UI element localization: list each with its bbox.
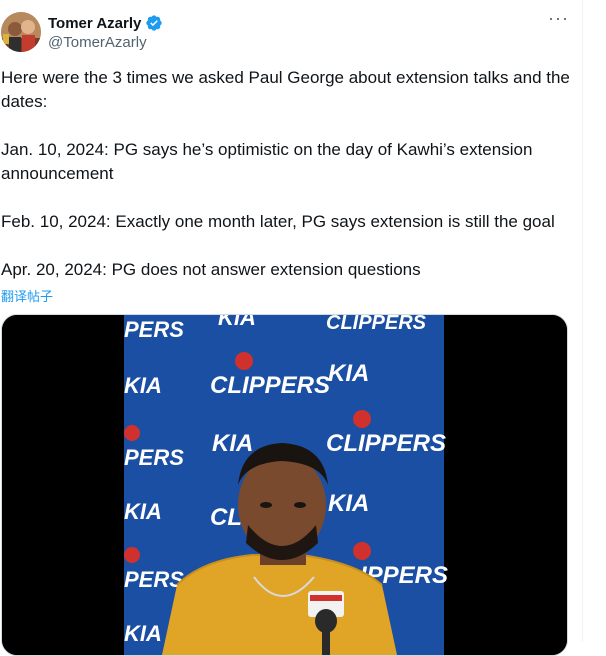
backdrop-logo-kia: KIA (212, 430, 253, 457)
translate-post-link[interactable]: 翻译帖子 (1, 286, 53, 305)
backdrop-logo-clippers: PERS (124, 567, 184, 592)
backdrop-logo-kia: KIA (328, 490, 369, 517)
backdrop-logo-clippers: CLIPPERS (210, 372, 330, 399)
backdrop-logo-clippers: CLIPPERS (326, 315, 427, 334)
backdrop-logo-clippers: PERS (124, 445, 184, 470)
avatar[interactable] (1, 12, 41, 52)
tweet-line: Feb. 10, 2024: Exactly one month later, … (1, 212, 555, 231)
tweet-line: Apr. 20, 2024: PG does not answer extens… (1, 260, 421, 279)
timeline-divider (582, 0, 583, 642)
author-display-name[interactable]: Tomer Azarly (48, 15, 141, 32)
backdrop-logo-kia: KIA (124, 499, 162, 524)
tweet-text: Here were the 3 times we asked Paul Geor… (1, 66, 571, 282)
backdrop-logo-kia: KIA (124, 621, 162, 646)
tweet-line: Here were the 3 times we asked Paul Geor… (1, 68, 570, 111)
backdrop-logo-clippers: CLIPPERS (326, 430, 446, 457)
backdrop-logo-kia: KIA (328, 360, 369, 387)
tweet-header: Tomer Azarly @TomerAzarly ··· (0, 8, 582, 56)
author-handle[interactable]: @TomerAzarly (48, 34, 147, 51)
tweet-line: Jan. 10, 2024: PG says he’s optimistic o… (1, 140, 533, 183)
backdrop-logo-kia: KIA (218, 315, 256, 330)
backdrop-logo-kia: KIA (124, 373, 162, 398)
more-options-icon[interactable]: ··· (548, 9, 568, 30)
verified-badge-icon (145, 14, 163, 32)
name-row: Tomer Azarly (48, 14, 163, 32)
backdrop-logo-clippers: PERS (124, 317, 184, 342)
tweet-media-video[interactable]: PERS KIA CLIPPERS KIA CLIPPERS KIA PERS … (1, 314, 568, 656)
